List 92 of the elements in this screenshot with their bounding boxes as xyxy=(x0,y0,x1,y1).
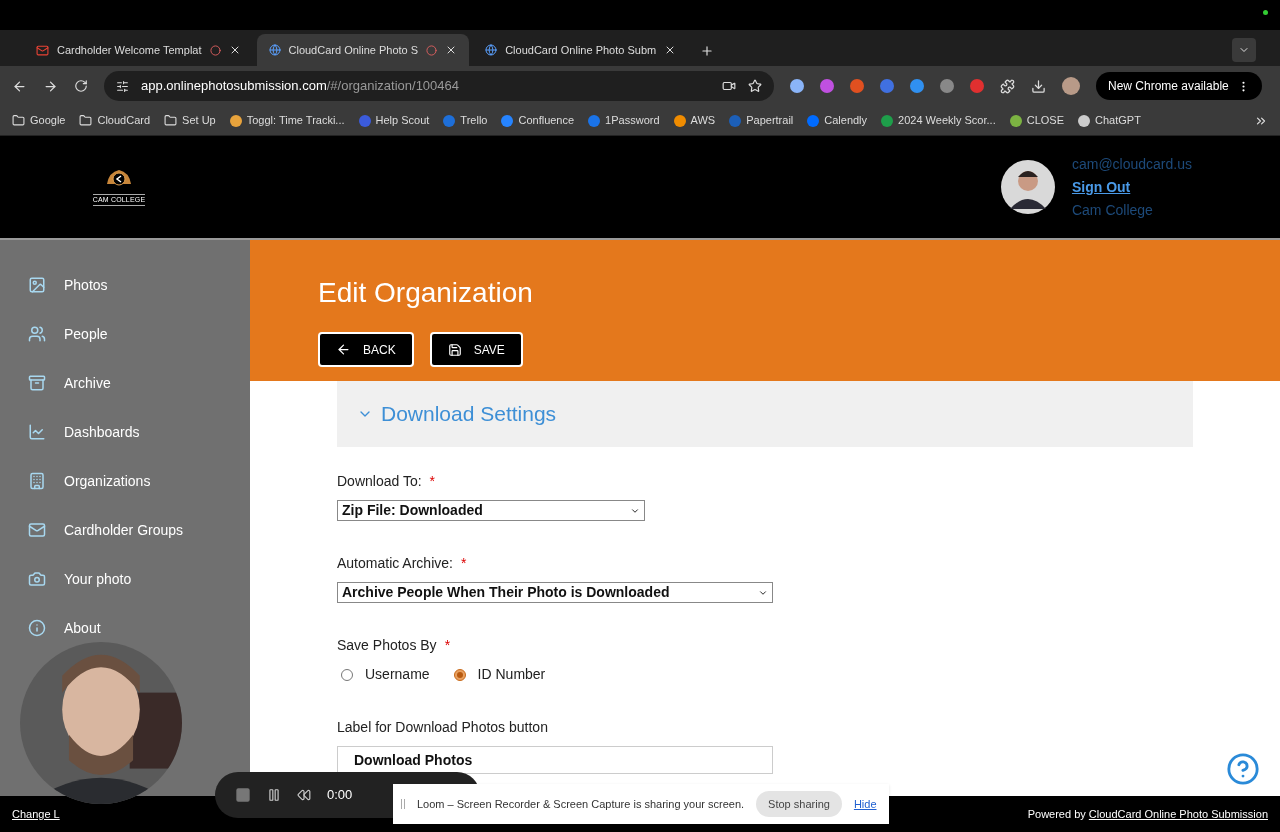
bookmark[interactable]: Toggl: Time Tracki... xyxy=(229,112,345,129)
user-avatar xyxy=(999,159,1056,215)
sidebar-item[interactable]: Organizations xyxy=(28,470,250,492)
radio-button[interactable] xyxy=(453,668,466,681)
bookmark[interactable]: Confluence xyxy=(501,112,575,129)
profile-avatar[interactable] xyxy=(1062,77,1080,95)
people-icon xyxy=(28,325,46,343)
bookmark[interactable]: Calendly xyxy=(807,112,868,129)
required-asterisk: * xyxy=(444,636,451,655)
reload-icon[interactable] xyxy=(74,79,88,93)
info-icon xyxy=(28,619,46,637)
extension-icon[interactable] xyxy=(910,79,924,93)
bookmark[interactable]: Papertrail xyxy=(729,112,794,129)
site-settings-icon[interactable] xyxy=(116,79,129,93)
stop-icon[interactable] xyxy=(235,787,251,803)
download-icon[interactable] xyxy=(1031,78,1046,94)
bookmark[interactable]: CLOSE xyxy=(1009,112,1064,129)
pause-icon[interactable] xyxy=(267,788,281,802)
forward-icon[interactable] xyxy=(43,78,58,94)
extension-icon[interactable] xyxy=(880,79,894,93)
bookmark[interactable]: Help Scout xyxy=(358,112,430,129)
footer-link[interactable]: Change L xyxy=(12,805,60,823)
building-icon xyxy=(28,472,46,490)
extension-icon[interactable] xyxy=(820,79,834,93)
bookmark[interactable]: Google xyxy=(12,112,66,129)
required-asterisk: * xyxy=(429,472,436,491)
save-button[interactable]: SAVE xyxy=(429,332,523,367)
new-tab-icon[interactable] xyxy=(700,44,715,58)
page-title: Edit Organization xyxy=(318,276,534,310)
bookmark-star-icon[interactable] xyxy=(748,79,762,93)
extension-icon[interactable] xyxy=(970,79,984,93)
sign-out-link[interactable]: Sign Out xyxy=(1071,176,1192,198)
browser-tab[interactable]: Cardholder Welcome Templat xyxy=(24,34,253,66)
extensions-icon[interactable] xyxy=(1000,78,1015,94)
rewind-icon[interactable] xyxy=(297,788,311,802)
hide-link[interactable]: Hide xyxy=(853,795,877,813)
bookmark[interactable]: 2024 Weekly Scor... xyxy=(881,112,996,129)
camera-icon[interactable] xyxy=(722,79,736,93)
field-label: Save Photos By xyxy=(337,636,437,655)
extension-icon[interactable] xyxy=(850,79,864,93)
sidebar-item[interactable]: Dashboards xyxy=(28,421,250,443)
recording-time: 0:00 xyxy=(327,786,353,805)
site-icon xyxy=(268,44,281,56)
sidebar-item[interactable]: Archive xyxy=(28,372,250,394)
powered-by-text: Powered by CloudCard Online Photo Submission xyxy=(1027,806,1268,822)
field-label: Label for Download Photos button xyxy=(337,718,548,737)
select-field[interactable]: Zip File: Downloaded xyxy=(337,500,645,521)
help-icon[interactable] xyxy=(1226,752,1260,786)
bookmark[interactable]: AWS xyxy=(673,112,716,129)
field-label: Automatic Archive: xyxy=(337,554,453,573)
line-chart-icon xyxy=(28,423,46,441)
back-button[interactable]: BACK xyxy=(318,332,414,367)
tab-menu-button[interactable] xyxy=(1232,38,1256,62)
image-icon xyxy=(28,276,46,294)
extension-icon[interactable] xyxy=(940,79,954,93)
archive-box-icon xyxy=(28,374,46,392)
back-icon[interactable] xyxy=(12,78,27,94)
required-asterisk: * xyxy=(460,554,467,573)
bookmark[interactable]: Trello xyxy=(443,112,488,129)
sidebar-item[interactable]: Photos xyxy=(28,274,250,296)
drag-handle-icon[interactable] xyxy=(401,799,405,809)
browser-tab[interactable]: CloudCard Online Photo Subm xyxy=(473,34,689,66)
bookmark[interactable]: ChatGPT xyxy=(1078,112,1141,129)
bookmark[interactable]: Set Up xyxy=(164,112,216,129)
camera-indicator-icon xyxy=(1263,10,1268,15)
stop-sharing-button[interactable]: Stop sharing xyxy=(756,791,842,817)
update-button[interactable]: New Chrome available xyxy=(1096,72,1262,100)
browser-tab[interactable]: CloudCard Online Photo S xyxy=(256,34,470,66)
camera-icon xyxy=(28,570,46,588)
radio-label: Username xyxy=(365,665,430,684)
extension-icon[interactable] xyxy=(790,79,804,93)
bookmark[interactable]: 1Password xyxy=(588,112,660,129)
bookmark[interactable]: CloudCard xyxy=(79,112,151,129)
sidebar-item[interactable]: About xyxy=(28,617,250,639)
sidebar-item[interactable]: People xyxy=(28,323,250,345)
folder-icon xyxy=(79,114,93,127)
folder-icon xyxy=(12,114,25,127)
radio-label: ID Number xyxy=(477,665,546,684)
radio-button[interactable] xyxy=(341,668,353,681)
mail-icon xyxy=(36,43,49,57)
site-icon xyxy=(485,44,498,56)
envelope-icon xyxy=(28,521,46,539)
input-field[interactable]: Download Photos xyxy=(337,746,773,774)
sharing-message: Loom – Screen Recorder & Screen Capture is sharing your screen. xyxy=(417,796,745,812)
field-label: Download To: xyxy=(337,472,422,491)
folder-icon xyxy=(164,114,178,127)
organization-name: Cam College xyxy=(1071,200,1154,220)
user-email: cam@cloudcard.us xyxy=(1071,154,1192,174)
select-field[interactable]: Archive People When Their Photo is Downloaded xyxy=(337,582,773,603)
address-field[interactable]: app.onlinephotosubmission.com/#/organization/100464 xyxy=(104,71,774,101)
sidebar-item[interactable]: Cardholder Groups xyxy=(28,519,250,541)
sidebar-item[interactable]: Your photo xyxy=(28,568,250,590)
